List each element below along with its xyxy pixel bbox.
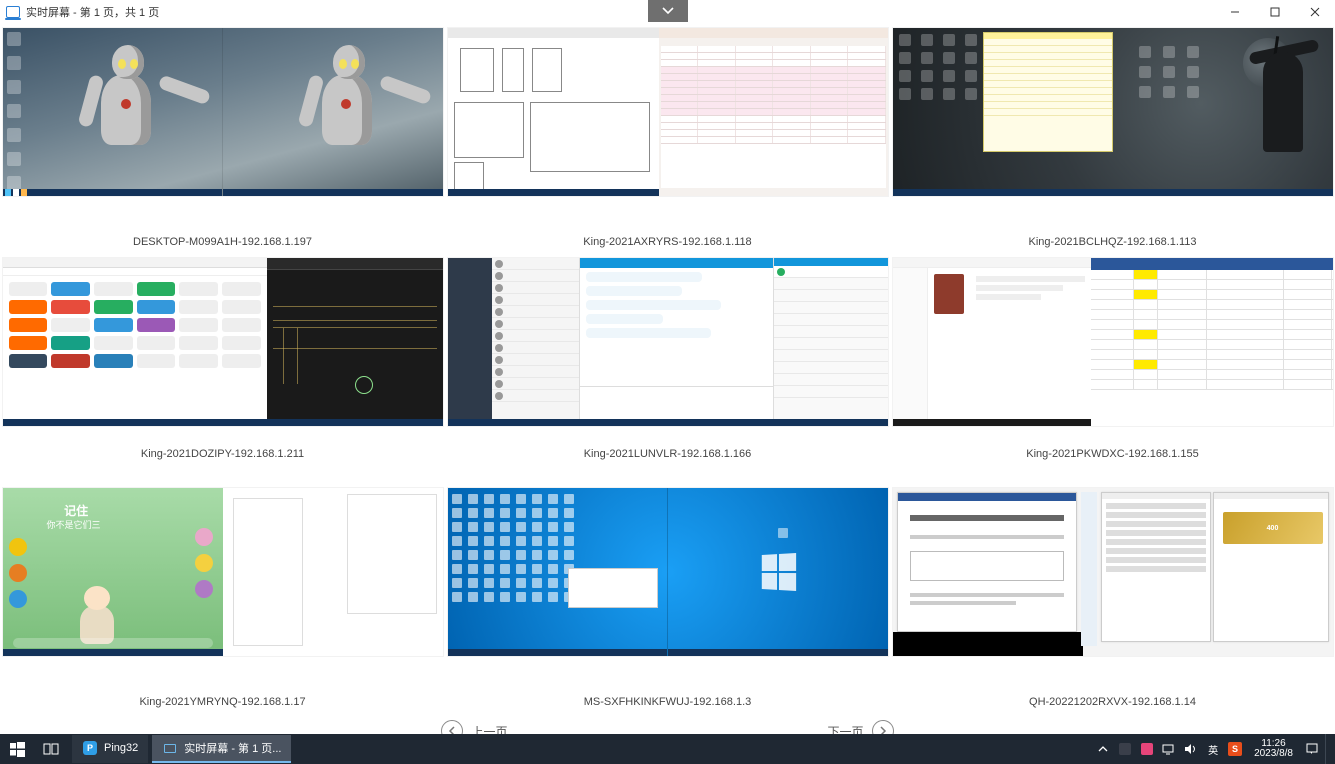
screen-thumbnail[interactable] <box>3 258 443 426</box>
screen-cell: MS-SXFHKINKFWUJ-192.168.1.3 <box>447 488 888 714</box>
screen-thumbnail[interactable] <box>893 28 1333 196</box>
minimize-button[interactable] <box>1215 0 1255 24</box>
screen-label: DESKTOP-M099A1H-192.168.1.197 <box>133 236 312 248</box>
screen-thumbnail[interactable]: 400 <box>893 488 1333 656</box>
tray-clock[interactable]: 11:26 2023/8/8 <box>1248 739 1299 760</box>
taskbar-app-ping32[interactable]: P Ping32 <box>72 735 148 763</box>
title-bar: 实时屏幕 - 第 1 页，共 1 页 <box>0 0 1335 24</box>
screen-thumbnail[interactable]: 记住 你不是它们三 <box>3 488 443 656</box>
start-button[interactable] <box>0 734 34 764</box>
tray-chevron-up-icon[interactable] <box>1094 740 1112 758</box>
tray-app-icon[interactable] <box>1138 740 1156 758</box>
screen-thumbnail[interactable] <box>3 28 443 196</box>
tray-date: 2023/8/8 <box>1254 749 1293 760</box>
cartoon-title: 记住 <box>64 502 88 519</box>
screen-label: QH-20221202RXVX-192.168.1.14 <box>1029 696 1196 708</box>
screen-cell: King-2021LUNVLR-192.168.1.166 <box>447 258 888 484</box>
screen-label: King-2021PKWDXC-192.168.1.155 <box>1026 448 1198 460</box>
maximize-button[interactable] <box>1255 0 1295 24</box>
screen-label: King-2021LUNVLR-192.168.1.166 <box>584 448 752 460</box>
cartoon-subtitle: 你不是它们三 <box>47 518 101 531</box>
show-desktop-button[interactable] <box>1325 734 1331 764</box>
screen-label: King-2021BCLHQZ-192.168.1.113 <box>1029 236 1197 248</box>
screen-label: King-2021DOZIPY-192.168.1.211 <box>141 448 304 460</box>
windows-icon <box>10 742 25 757</box>
screen-thumbnail[interactable] <box>448 258 888 426</box>
taskbar-app-label: 实时屏幕 - 第 1 页... <box>184 740 281 756</box>
ping32-icon: P <box>82 740 98 756</box>
screen-cell: King-2021AXRYRS-192.168.1.118 <box>447 28 888 254</box>
screen-thumbnail[interactable] <box>893 258 1333 426</box>
taskbar-app-realtime-screen[interactable]: 实时屏幕 - 第 1 页... <box>152 735 291 763</box>
dropdown-button[interactable] <box>648 0 688 22</box>
tray-notifications-icon[interactable] <box>1303 740 1321 758</box>
tray-app-icon[interactable] <box>1116 740 1134 758</box>
screen-cell: DESKTOP-M099A1H-192.168.1.197 <box>2 28 443 254</box>
tray-ime-icon[interactable]: 英 <box>1204 740 1222 758</box>
monitor-icon <box>162 740 178 756</box>
screen-label: King-2021AXRYRS-192.168.1.118 <box>583 236 751 248</box>
chevron-down-icon <box>661 6 675 16</box>
close-button[interactable] <box>1295 0 1335 24</box>
taskbar: P Ping32 实时屏幕 - 第 1 页... 英 S 11:26 2023/… <box>0 734 1335 764</box>
screen-label: King-2021YMRYNQ-192.168.1.17 <box>139 696 305 708</box>
tray-volume-icon[interactable] <box>1182 740 1200 758</box>
screen-cell: King-2021BCLHQZ-192.168.1.113 <box>892 28 1333 254</box>
screen-cell: King-2021DOZIPY-192.168.1.211 <box>2 258 443 484</box>
screen-cell: King-2021PKWDXC-192.168.1.155 <box>892 258 1333 484</box>
screen-thumbnail[interactable] <box>448 28 888 196</box>
system-tray: 英 S 11:26 2023/8/8 <box>1094 734 1335 764</box>
monitor-icon <box>6 6 20 18</box>
task-view-icon <box>43 742 59 756</box>
taskbar-app-label: Ping32 <box>104 742 138 754</box>
screen-cell: 记住 你不是它们三 King-2021YMRYNQ-192.168.1.17 <box>2 488 443 714</box>
tray-network-icon[interactable] <box>1160 740 1178 758</box>
tray-sogou-icon[interactable]: S <box>1226 740 1244 758</box>
window-controls <box>1215 0 1335 24</box>
window-title: 实时屏幕 - 第 1 页，共 1 页 <box>26 4 159 20</box>
screens-grid: DESKTOP-M099A1H-192.168.1.197 <box>0 24 1335 718</box>
screen-thumbnail[interactable] <box>448 488 888 656</box>
screen-label: MS-SXFHKINKFWUJ-192.168.1.3 <box>584 696 752 708</box>
task-view-button[interactable] <box>34 734 68 764</box>
screen-cell: 400 QH-20221202RXVX-192.168.1.14 <box>892 488 1333 714</box>
